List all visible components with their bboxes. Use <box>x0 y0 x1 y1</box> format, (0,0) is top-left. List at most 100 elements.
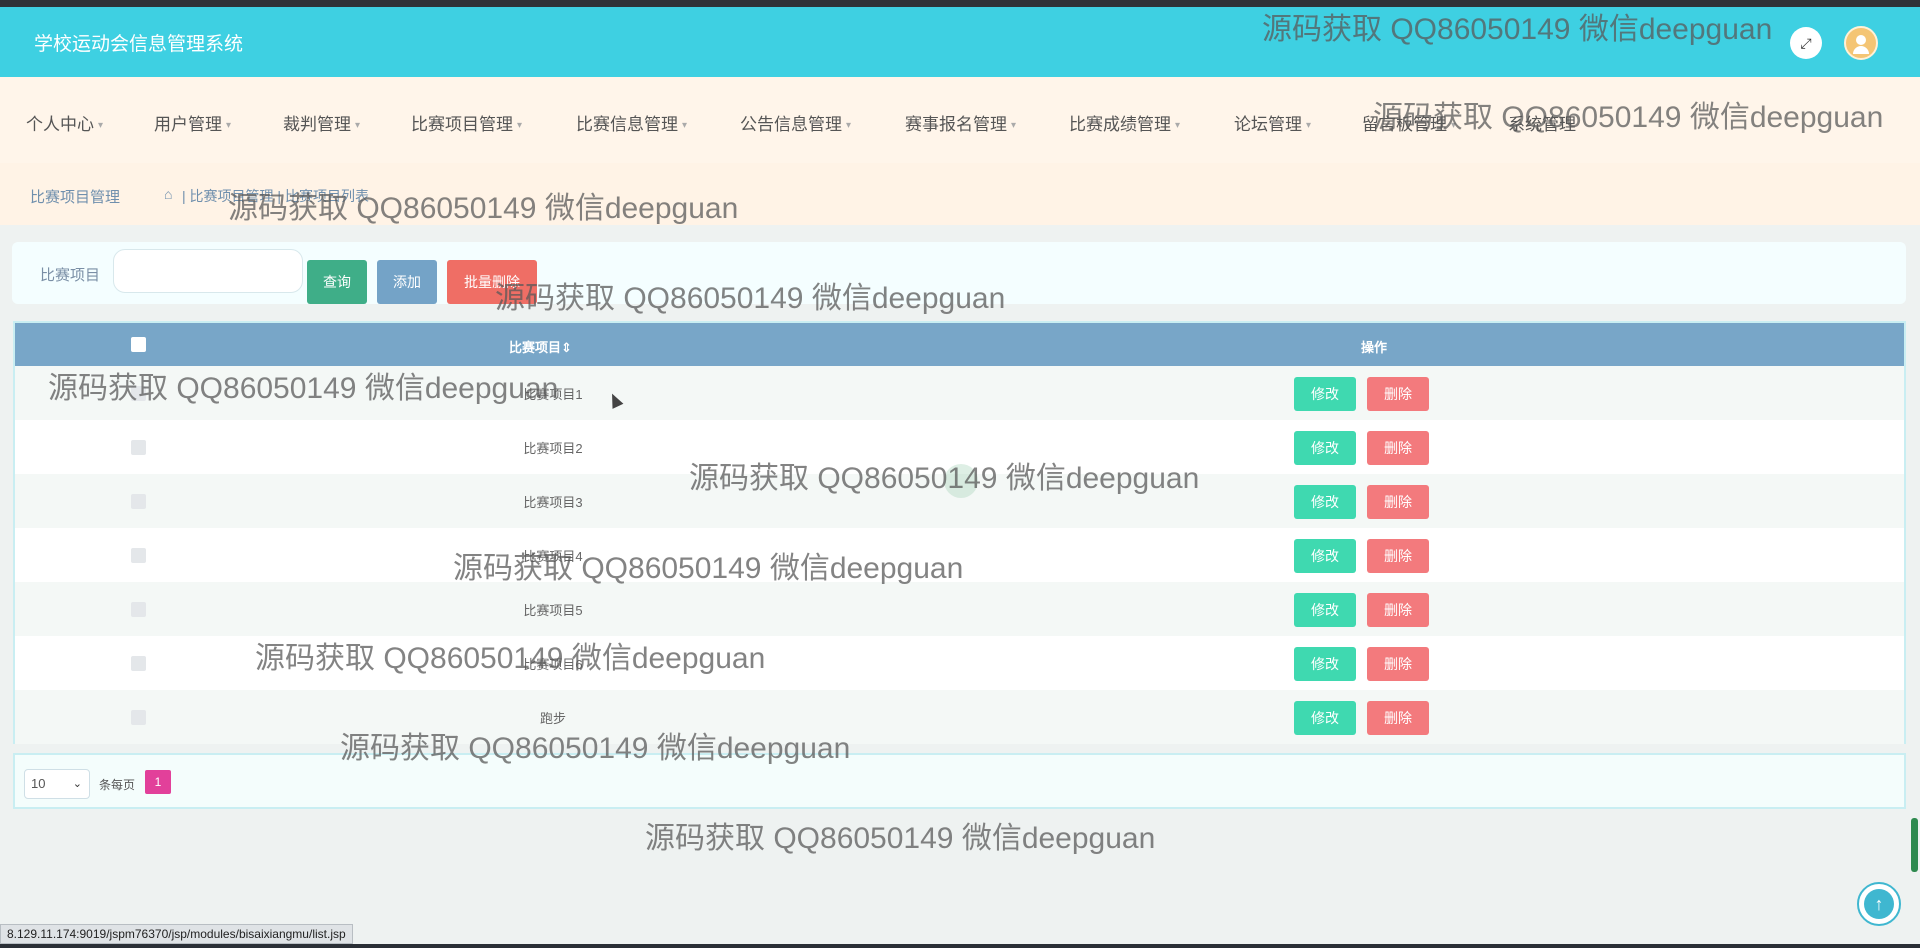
avatar[interactable] <box>1844 26 1878 60</box>
table-row: 跑步 修改 删除 <box>15 690 1904 744</box>
edit-button[interactable]: 修改 <box>1294 701 1356 735</box>
nav-item-forum[interactable]: 论坛管理 ▾ <box>1234 110 1311 135</box>
window-top-strip <box>0 0 1920 7</box>
event-name: 比赛项目4 <box>523 549 583 564</box>
row-checkbox[interactable] <box>131 710 146 725</box>
nav-item-message-board[interactable]: 留言板管理 ▾ <box>1362 110 1456 135</box>
nav-item-label: 论坛管理 <box>1234 115 1302 134</box>
event-name: 比赛项目2 <box>523 441 583 456</box>
row-checkbox[interactable] <box>131 602 146 617</box>
edit-button[interactable]: 修改 <box>1294 539 1356 573</box>
scroll-to-top-button[interactable]: ↑ <box>1857 882 1901 926</box>
nav-item-label: 比赛项目管理 <box>411 115 513 134</box>
app-title: 学校运动会信息管理系统 <box>34 34 244 55</box>
nav-item-label: 个人中心 <box>26 115 94 134</box>
column-header-actions: 操作 <box>1361 340 1388 355</box>
edit-button[interactable]: 修改 <box>1294 485 1356 519</box>
fullscreen-icon[interactable]: ⤢ <box>1790 27 1822 59</box>
event-name: 跑步 <box>539 711 566 726</box>
nav-item-registrations[interactable]: 赛事报名管理 ▾ <box>905 110 1016 135</box>
event-name: 比赛项目6 <box>523 657 583 672</box>
nav-item-label: 系统管理 <box>1508 115 1576 134</box>
home-icon[interactable]: ⌂ <box>164 186 172 202</box>
nav-item-events[interactable]: 比赛项目管理 ▾ <box>411 110 522 135</box>
table-row: 比赛项目6 修改 删除 <box>15 636 1904 690</box>
delete-button[interactable]: 删除 <box>1367 485 1429 519</box>
search-label: 比赛项目 <box>40 267 101 284</box>
event-name: 比赛项目1 <box>523 387 583 402</box>
row-checkbox[interactable] <box>131 548 146 563</box>
chevron-down-icon: ▾ <box>846 120 852 132</box>
table-row: 比赛项目1 修改 删除 <box>15 366 1904 420</box>
search-input[interactable] <box>113 249 303 293</box>
table-row: 比赛项目5 修改 删除 <box>15 582 1904 636</box>
page-size-value: 10 <box>31 776 46 791</box>
per-page-label: 条每页 <box>99 778 136 792</box>
edit-button[interactable]: 修改 <box>1294 647 1356 681</box>
table-header: 比赛项目⇕ 操作 <box>15 323 1904 366</box>
main-nav: 个人中心 ▾ 用户管理 ▾ 裁判管理 ▾ 比赛项目管理 ▾ 比赛信息管理 ▾ 公告信息管理… <box>0 77 1920 163</box>
status-bar-url: 8.129.11.174:9019/jspm76370/jsp/modules/… <box>0 924 353 944</box>
row-checkbox[interactable] <box>131 440 146 455</box>
row-checkbox[interactable] <box>131 494 146 509</box>
row-checkbox[interactable] <box>131 656 146 671</box>
batch-delete-button[interactable]: 批量删除 <box>447 260 537 304</box>
app-header: 学校运动会信息管理系统 ⤢ <box>0 7 1920 77</box>
chevron-down-icon: ⌄ <box>72 778 82 790</box>
breadcrumb: 比赛项目管理 ⌂ | 比赛项目管理 | 比赛项目列表 <box>0 163 1920 225</box>
chevron-down-icon: ▾ <box>355 120 361 132</box>
edit-button[interactable]: 修改 <box>1294 377 1356 411</box>
search-button[interactable]: 查询 <box>307 260 367 304</box>
nav-item-label: 比赛信息管理 <box>576 115 678 134</box>
nav-item-label: 用户管理 <box>154 115 222 134</box>
nav-item-users[interactable]: 用户管理 ▾ <box>154 110 231 135</box>
edit-button[interactable]: 修改 <box>1294 593 1356 627</box>
chevron-down-icon: ▾ <box>226 120 232 132</box>
page-size-select[interactable]: 10 ⌄ <box>24 769 90 799</box>
nav-item-system[interactable]: 系统管理 <box>1508 110 1576 135</box>
chevron-down-icon: ▾ <box>98 120 104 132</box>
avatar-body <box>1853 46 1869 54</box>
data-table: 比赛项目⇕ 操作 比赛项目1 修改 删除 比赛项目2 修改 删除 比赛项目3 修… <box>13 321 1906 744</box>
nav-item-competitions[interactable]: 比赛信息管理 ▾ <box>576 110 687 135</box>
chevron-down-icon: ▾ <box>1011 120 1017 132</box>
chevron-down-icon: ▾ <box>1175 120 1181 132</box>
scrollbar-thumb[interactable] <box>1911 818 1918 872</box>
nav-item-label: 公告信息管理 <box>740 115 842 134</box>
chevron-down-icon: ▾ <box>1451 120 1457 132</box>
click-indicator <box>944 464 978 498</box>
nav-item-personal-center[interactable]: 个人中心 ▾ <box>26 110 103 135</box>
delete-button[interactable]: 删除 <box>1367 377 1429 411</box>
delete-button[interactable]: 删除 <box>1367 431 1429 465</box>
search-panel: 比赛项目 查询 添加 批量删除 <box>12 242 1906 304</box>
nav-item-announcements[interactable]: 公告信息管理 ▾ <box>740 110 851 135</box>
delete-button[interactable]: 删除 <box>1367 539 1429 573</box>
add-button[interactable]: 添加 <box>377 260 437 304</box>
watermark-text: 源码获取 QQ86050149 微信deepguan <box>645 822 1156 855</box>
page-number-current[interactable]: 1 <box>145 770 171 794</box>
nav-item-label: 留言板管理 <box>1362 115 1447 134</box>
pagination: 10 ⌄ 条每页 1 <box>13 753 1906 809</box>
column-header-event[interactable]: 比赛项目⇕ <box>509 337 572 356</box>
edit-button[interactable]: 修改 <box>1294 431 1356 465</box>
nav-item-label: 赛事报名管理 <box>905 115 1007 134</box>
row-checkbox[interactable] <box>131 386 146 401</box>
chevron-down-icon: ▾ <box>682 120 688 132</box>
avatar-head <box>1856 35 1866 45</box>
chevron-down-icon: ▾ <box>1306 120 1312 132</box>
page-title: 比赛项目管理 <box>30 189 121 206</box>
delete-button[interactable]: 删除 <box>1367 647 1429 681</box>
nav-item-referees[interactable]: 裁判管理 ▾ <box>283 110 360 135</box>
nav-item-label: 比赛成绩管理 <box>1069 115 1171 134</box>
breadcrumb-path[interactable]: | 比赛项目管理 | 比赛项目列表 <box>182 186 369 206</box>
table-row: 比赛项目4 修改 删除 <box>15 528 1904 582</box>
nav-item-label: 裁判管理 <box>283 115 351 134</box>
taskbar <box>0 944 1920 948</box>
event-name: 比赛项目5 <box>523 603 583 618</box>
nav-item-results[interactable]: 比赛成绩管理 ▾ <box>1069 110 1180 135</box>
select-all-checkbox[interactable] <box>131 337 146 352</box>
delete-button[interactable]: 删除 <box>1367 593 1429 627</box>
chevron-down-icon: ▾ <box>517 120 523 132</box>
delete-button[interactable]: 删除 <box>1367 701 1429 735</box>
event-name: 比赛项目3 <box>523 495 583 510</box>
